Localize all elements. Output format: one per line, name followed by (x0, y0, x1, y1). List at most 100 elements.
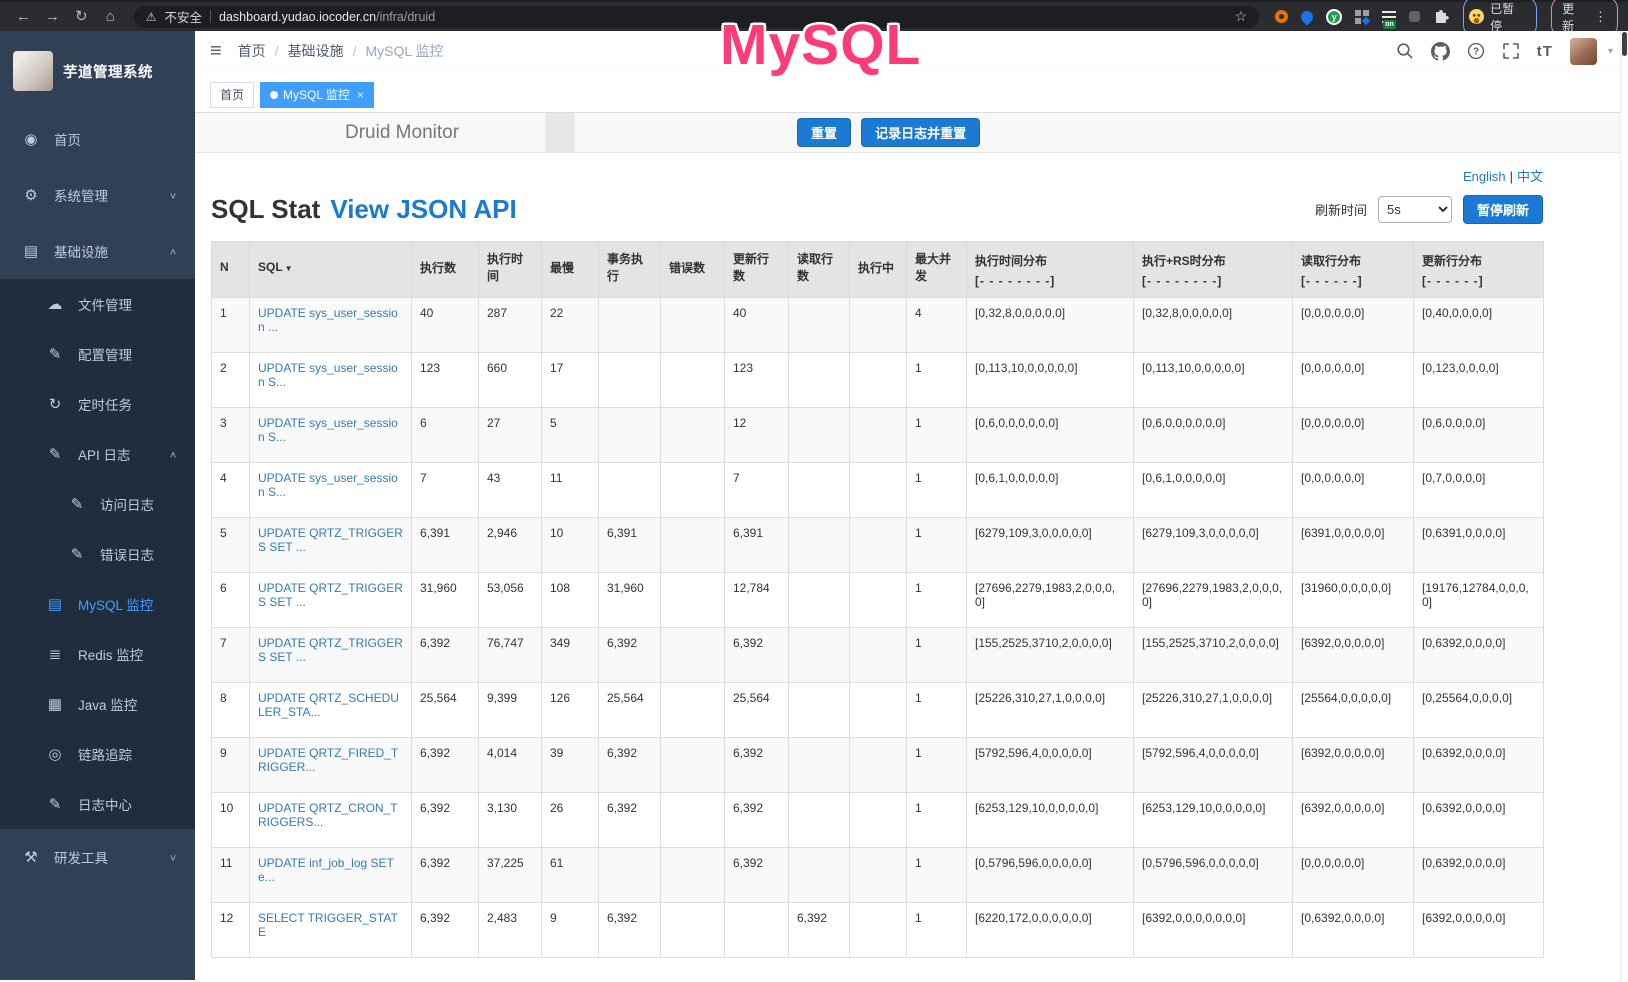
druid-tab-home[interactable] (485, 113, 515, 153)
extensions-puzzle-icon[interactable] (1433, 9, 1449, 25)
extension-donut-icon[interactable] (1275, 10, 1288, 23)
column-header[interactable]: 更新行数 (725, 242, 789, 298)
sql-link[interactable]: UPDATE QRTZ_TRIGGERS SET ... (258, 581, 403, 609)
cell-read-row-dist: [31960,0,0,0,0,0] (1293, 573, 1414, 628)
column-header[interactable]: 执行+RS时分布[- - - - - - - -] (1134, 242, 1293, 298)
column-header[interactable]: 执行时间分布[- - - - - - - -] (967, 242, 1134, 298)
browser-home-icon[interactable]: ⌂ (97, 5, 124, 29)
view-json-api-link[interactable]: View JSON API (330, 194, 516, 225)
breadcrumb-home[interactable]: 首页 (238, 41, 266, 61)
column-header[interactable]: 执行时间 (479, 242, 542, 298)
sql-link[interactable]: UPDATE QRTZ_SCHEDULER_STA... (258, 691, 399, 719)
sidebar-item-file-management[interactable]: ☁ 文件管理 (0, 279, 195, 329)
extension-pin-icon[interactable] (1299, 8, 1316, 25)
druid-brand[interactable]: Druid Monitor (345, 122, 459, 144)
sql-link[interactable]: UPDATE sys_user_session S... (258, 361, 398, 389)
sql-link[interactable]: UPDATE sys_user_session ... (258, 306, 398, 334)
sql-link[interactable]: UPDATE sys_user_session S... (258, 416, 398, 444)
table-row: 9 UPDATE QRTZ_FIRED_TRIGGER... 6,392 4,0… (212, 738, 1544, 793)
browser-back-icon[interactable]: ← (10, 5, 37, 29)
log-and-reset-button[interactable]: 记录日志并重置 (861, 118, 980, 147)
column-header[interactable]: 最慢 (542, 242, 599, 298)
sql-link[interactable]: SELECT TRIGGER_STATE (258, 911, 398, 939)
user-avatar[interactable] (1570, 38, 1597, 65)
page-scrollbar[interactable] (1620, 31, 1628, 982)
breadcrumb-infrastructure[interactable]: 基础设施 (288, 41, 344, 61)
sidebar-item-scheduled-tasks[interactable]: ↻ 定时任务 (0, 379, 195, 429)
app-logo[interactable]: 芋道管理系统 (0, 31, 195, 111)
druid-tab-uri-monitor[interactable] (635, 113, 665, 153)
druid-tab-datasource[interactable] (515, 113, 545, 153)
column-header[interactable]: 执行中 (850, 242, 907, 298)
fullscreen-icon[interactable] (1502, 42, 1520, 60)
browser-reload-icon[interactable]: ↻ (68, 5, 95, 29)
close-icon[interactable]: × (357, 88, 364, 102)
sidebar-item-api-logs[interactable]: ✎ API 日志 ∧ (0, 429, 195, 479)
sidebar-item-mysql-monitor[interactable]: ▤ MySQL 监控 (0, 579, 195, 629)
lang-chinese-link[interactable]: 中文 (1517, 169, 1543, 184)
help-icon[interactable]: ? (1467, 42, 1485, 60)
druid-tab-web-app[interactable] (605, 113, 635, 153)
extension-list-icon[interactable]: on (1382, 11, 1396, 23)
extension-y-icon[interactable]: y (1326, 9, 1342, 25)
sidebar-item-log-center[interactable]: ✎ 日志中心 (0, 779, 195, 829)
sql-link[interactable]: UPDATE sys_user_session S... (258, 471, 398, 499)
sidebar-item-redis-monitor[interactable]: ≣ Redis 监控 (0, 629, 195, 679)
column-header[interactable]: 读取行数 (789, 242, 850, 298)
sql-link[interactable]: UPDATE QRTZ_TRIGGERS SET ... (258, 526, 403, 554)
pause-refresh-button[interactable]: 暂停刷新 (1463, 195, 1543, 224)
cell-row-number: 9 (212, 738, 250, 793)
refresh-interval-select[interactable]: 5s (1378, 196, 1452, 223)
tag-mysql-monitor[interactable]: MySQL 监控 × (260, 82, 374, 108)
sql-link[interactable]: UPDATE QRTZ_FIRED_TRIGGER... (258, 746, 398, 774)
scrollbar-thumb[interactable] (1622, 32, 1627, 56)
cell-running (850, 628, 907, 683)
browser-forward-icon[interactable]: → (39, 5, 66, 29)
sidebar-item-config-management[interactable]: ✎ 配置管理 (0, 329, 195, 379)
cell-exec-rs-dist: [6392,0,0,0,0,0,0,0] (1134, 903, 1293, 958)
kebab-menu-icon[interactable]: ⋮ (1594, 9, 1607, 25)
hamburger-icon[interactable]: ≡ (210, 41, 222, 61)
sidebar-item-home[interactable]: ◉ 首页 (0, 111, 195, 167)
druid-tab-session[interactable] (665, 113, 695, 153)
druid-tab-spring[interactable] (695, 113, 725, 153)
sidebar-item-trace[interactable]: ◎ 链路追踪 (0, 729, 195, 779)
sidebar-item-system-management[interactable]: ⚙ 系统管理 ∨ (0, 167, 195, 223)
search-icon[interactable] (1396, 42, 1414, 60)
sql-link[interactable]: UPDATE QRTZ_TRIGGERS SET ... (258, 636, 403, 664)
sidebar-item-dev-tools[interactable]: ⚒ 研发工具 ∨ (0, 829, 195, 885)
column-header[interactable]: 错误数 (661, 242, 725, 298)
sidebar-item-infrastructure[interactable]: ▤ 基础设施 ∧ (0, 223, 195, 279)
extensions-bar: y on (1275, 9, 1449, 25)
extension-grid-icon[interactable] (1355, 10, 1369, 24)
sql-link[interactable]: UPDATE inf_job_log SET e... (258, 856, 394, 884)
tag-home[interactable]: 首页 (210, 82, 254, 108)
column-header[interactable]: 更新行分布[- - - - - -] (1414, 242, 1544, 298)
sidebar-item-access-logs[interactable]: ✎ 访问日志 (0, 479, 195, 529)
font-size-icon[interactable]: tT (1537, 43, 1553, 60)
column-label: 最大并发 (915, 252, 951, 283)
security-label[interactable]: 不安全 (165, 7, 203, 26)
github-icon[interactable] (1431, 42, 1450, 61)
column-header[interactable]: 读取行分布[- - - - - -] (1293, 242, 1414, 298)
sidebar-item-error-logs[interactable]: ✎ 错误日志 (0, 529, 195, 579)
address-bar[interactable]: ⚠ 不安全 dashboard.yudao.iocoder.cn/infra/d… (134, 6, 1259, 28)
bookmark-star-icon[interactable]: ☆ (1235, 8, 1248, 25)
sidebar-item-label: 系统管理 (54, 185, 108, 205)
reset-button[interactable]: 重置 (797, 118, 851, 147)
druid-tab-sql-firewall[interactable] (575, 113, 605, 153)
sidebar: 芋道管理系统 ◉ 首页 ⚙ 系统管理 ∨ ▤ 基础设施 ∧ ☁ 文件管理 ✎ 配… (0, 31, 195, 980)
column-header[interactable]: N (212, 242, 250, 298)
extension-blob-icon[interactable] (1409, 11, 1420, 22)
druid-tab-json-api[interactable] (725, 113, 755, 153)
column-header[interactable]: 最大并发 (907, 242, 967, 298)
sql-link[interactable]: UPDATE QRTZ_CRON_TRIGGERS... (258, 801, 398, 829)
caret-down-icon[interactable]: ▾ (1608, 46, 1613, 57)
column-header[interactable]: SQL▼ (250, 242, 412, 298)
druid-tab-sql-monitor[interactable] (545, 113, 575, 153)
column-header[interactable]: 事务执行 (599, 242, 661, 298)
sidebar-item-java-monitor[interactable]: ▦ Java 监控 (0, 679, 195, 729)
cell-error-count (661, 628, 725, 683)
column-header[interactable]: 执行数 (412, 242, 479, 298)
lang-english-link[interactable]: English (1463, 169, 1506, 184)
